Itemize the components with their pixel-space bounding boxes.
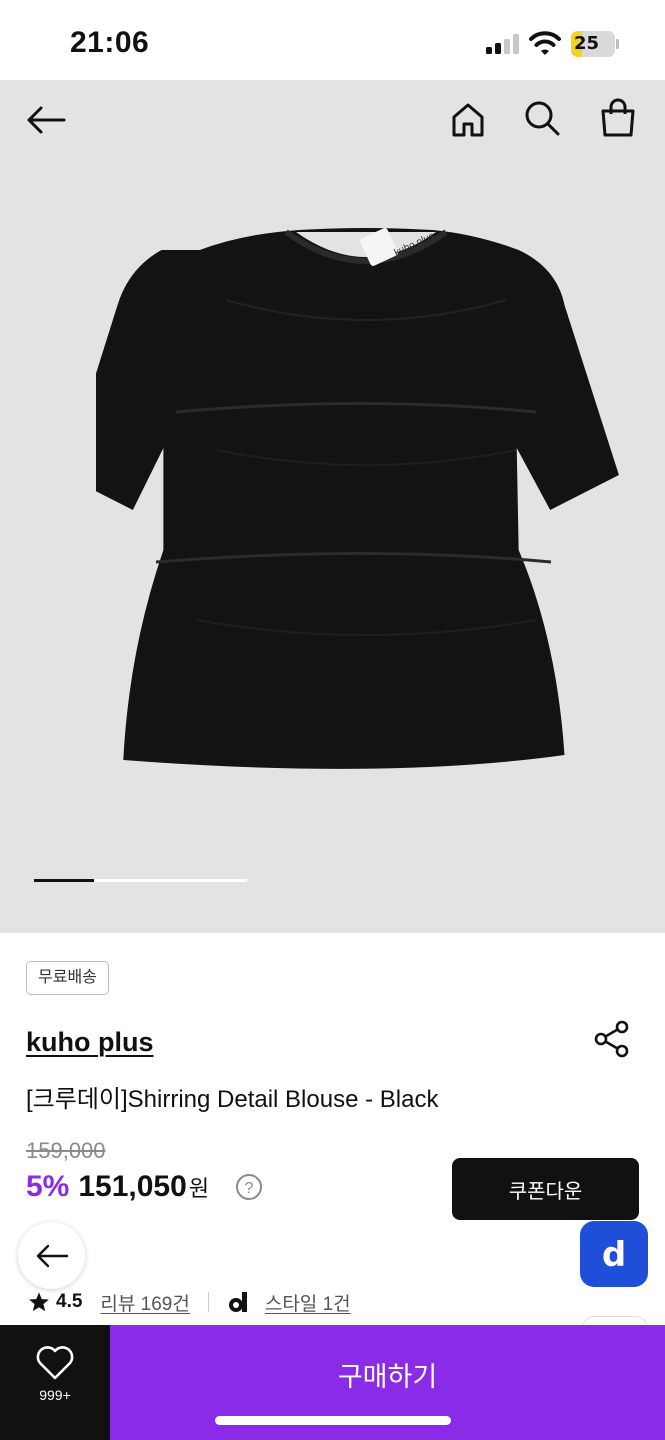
star-icon: [29, 1292, 49, 1312]
heart-icon: [36, 1346, 74, 1380]
price-row: 5% 151,050 원: [26, 1170, 209, 1204]
product-blouse-image: kuho plus: [96, 228, 619, 769]
price-help-icon[interactable]: ?: [235, 1173, 263, 1201]
status-time: 21:06: [70, 26, 150, 59]
sale-price: 151,050: [78, 1170, 187, 1203]
shopping-bag-icon[interactable]: [596, 96, 640, 140]
status-bar: 21:06 25: [0, 0, 665, 80]
original-price: 159,000: [26, 1138, 106, 1163]
carousel-progress-fill: [34, 879, 94, 882]
help-symbol: ?: [245, 1180, 254, 1197]
product-image-carousel[interactable]: kuho plus: [0, 80, 665, 933]
divider: [207, 1292, 209, 1312]
buy-button-label: 구매하기: [337, 1362, 438, 1392]
product-detail-page: 21:06 25 kuho plus 무료배송 kuho plus [크루데이]…: [0, 0, 665, 1440]
brand-link[interactable]: kuho plus: [26, 1027, 154, 1058]
battery-indicator: 25: [571, 31, 619, 57]
free-shipping-badge: 무료배송: [26, 961, 109, 995]
home-indicator: [215, 1416, 451, 1425]
product-title: [크루데이]Shirring Detail Blouse - Black: [26, 1086, 439, 1113]
carousel-progress-track: [34, 879, 247, 882]
wish-count: 999+: [39, 1387, 71, 1403]
d-logo-icon: d: [602, 1236, 626, 1272]
back-arrow-icon: [36, 1244, 68, 1267]
style-count-link[interactable]: 스타일 1건: [265, 1289, 351, 1316]
style-logo-icon: [228, 1292, 247, 1312]
currency-unit: 원: [188, 1176, 210, 1201]
floating-back-button[interactable]: [18, 1222, 85, 1289]
home-icon[interactable]: [446, 98, 490, 142]
cellular-signal-icon: [486, 34, 519, 54]
app-logo-letter: d: [602, 1236, 626, 1272]
battery-level: 25: [574, 33, 600, 54]
coupon-download-button[interactable]: 쿠폰다운: [452, 1158, 639, 1220]
discount-rate: 5%: [26, 1170, 70, 1203]
share-icon[interactable]: [592, 1019, 632, 1059]
floating-app-button[interactable]: d: [580, 1221, 648, 1287]
back-arrow-icon[interactable]: [24, 98, 68, 142]
wifi-icon: [529, 31, 561, 55]
wishlist-button[interactable]: 999+: [0, 1325, 110, 1440]
review-count-link[interactable]: 리뷰 169건: [100, 1289, 189, 1316]
search-icon[interactable]: [520, 96, 564, 140]
rating-value: 4.5: [56, 1291, 83, 1312]
rating-row: 4.5 리뷰 169건 스타일 1건: [28, 1289, 351, 1315]
